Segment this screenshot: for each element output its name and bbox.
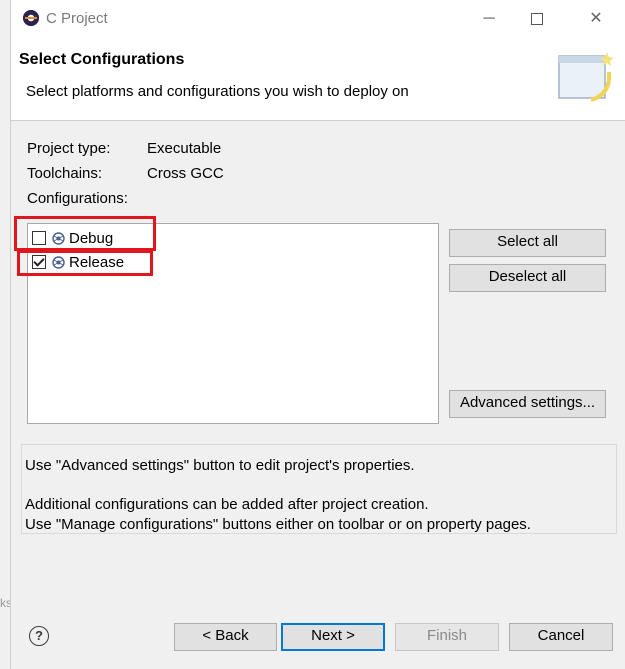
wizard-header: Select Configurations Select platforms a… [11,38,625,121]
configurations-label: Configurations: [27,190,128,207]
page-title: Select Configurations [19,51,185,68]
maximize-icon [531,12,543,25]
info-panel: Use "Advanced settings" button to edit p… [21,444,617,534]
window-title: C Project [46,10,108,27]
toolchains-value: Cross GCC [147,165,224,182]
project-type-value: Executable [147,140,222,157]
toolchains-label: Toolchains: [27,165,103,182]
minimize-button[interactable]: ─ [467,4,511,34]
back-button[interactable]: < Back [174,623,277,651]
deselect-all-button[interactable]: Deselect all [449,264,606,292]
help-icon[interactable]: ? [29,626,49,646]
advanced-settings-button[interactable]: Advanced settings... [449,390,606,418]
highlight-box-release [17,250,153,276]
maximize-button[interactable] [515,4,559,34]
wizard-banner-icon [558,52,614,102]
highlight-box-debug [14,216,156,251]
info-text: Additional configurations can be added a… [25,496,429,513]
select-all-button[interactable]: Select all [449,229,606,257]
finish-button[interactable]: Finish [395,623,499,651]
close-button[interactable]: ✕ [574,4,618,34]
info-text: Use "Manage configurations" buttons eith… [25,516,531,533]
c-project-dialog: C Project ─ ✕ Select Configurations Sele… [10,0,625,669]
title-bar[interactable]: C Project ─ ✕ [11,0,625,38]
info-text: Use "Advanced settings" button to edit p… [25,457,415,474]
page-description: Select platforms and configurations you … [26,83,409,100]
minimize-icon: ─ [483,10,495,27]
project-type-label: Project type: [27,140,111,157]
eclipse-app-icon [23,10,39,26]
close-icon: ✕ [589,10,603,27]
cancel-button[interactable]: Cancel [509,623,613,651]
next-button[interactable]: Next > [281,623,385,651]
